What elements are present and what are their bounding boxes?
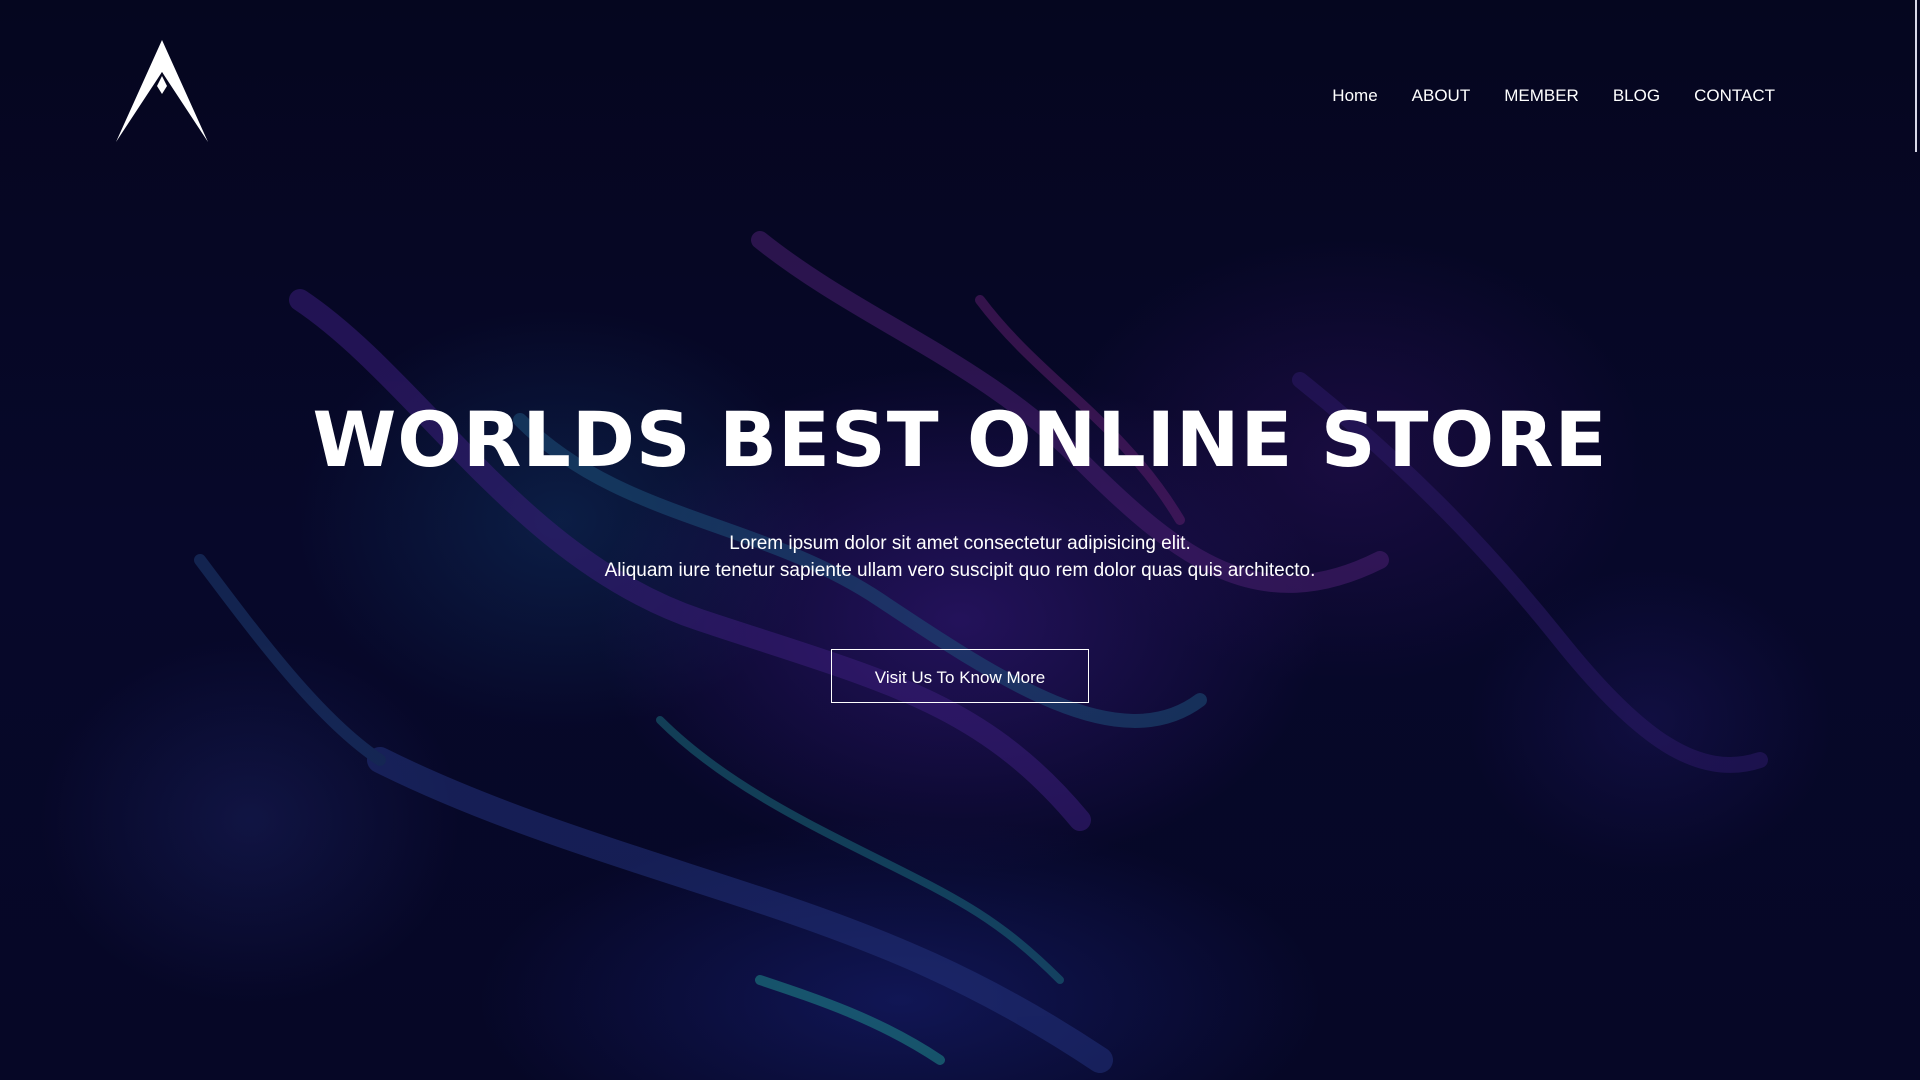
nav-contact[interactable]: CONTACT: [1677, 82, 1792, 110]
hero-description: Lorem ipsum dolor sit amet consectetur a…: [0, 530, 1920, 584]
scroll-indicator[interactable]: [1915, 0, 1917, 152]
hero-title: WORLDS BEST ONLINE STORE: [312, 395, 1608, 484]
nav-blog[interactable]: BLOG: [1596, 82, 1677, 110]
nav-home[interactable]: Home: [1315, 82, 1394, 110]
hero-description-line-2: Aliquam iure tenetur sapiente ullam vero…: [604, 560, 1316, 581]
main-nav: Home ABOUT MEMBER BLOG CONTACT: [1315, 82, 1792, 110]
hero-description-line-1: Lorem ipsum dolor sit amet consectetur a…: [729, 533, 1191, 554]
hero-section: WORLDS BEST ONLINE STORE Lorem ipsum dol…: [0, 390, 1920, 703]
landing-page: Home ABOUT MEMBER BLOG CONTACT WORLDS BE…: [0, 0, 1920, 1080]
mountain-a-logo-icon[interactable]: [112, 36, 212, 144]
nav-about[interactable]: ABOUT: [1395, 82, 1488, 110]
visit-us-button[interactable]: Visit Us To Know More: [831, 649, 1089, 703]
nav-member[interactable]: MEMBER: [1487, 82, 1596, 110]
